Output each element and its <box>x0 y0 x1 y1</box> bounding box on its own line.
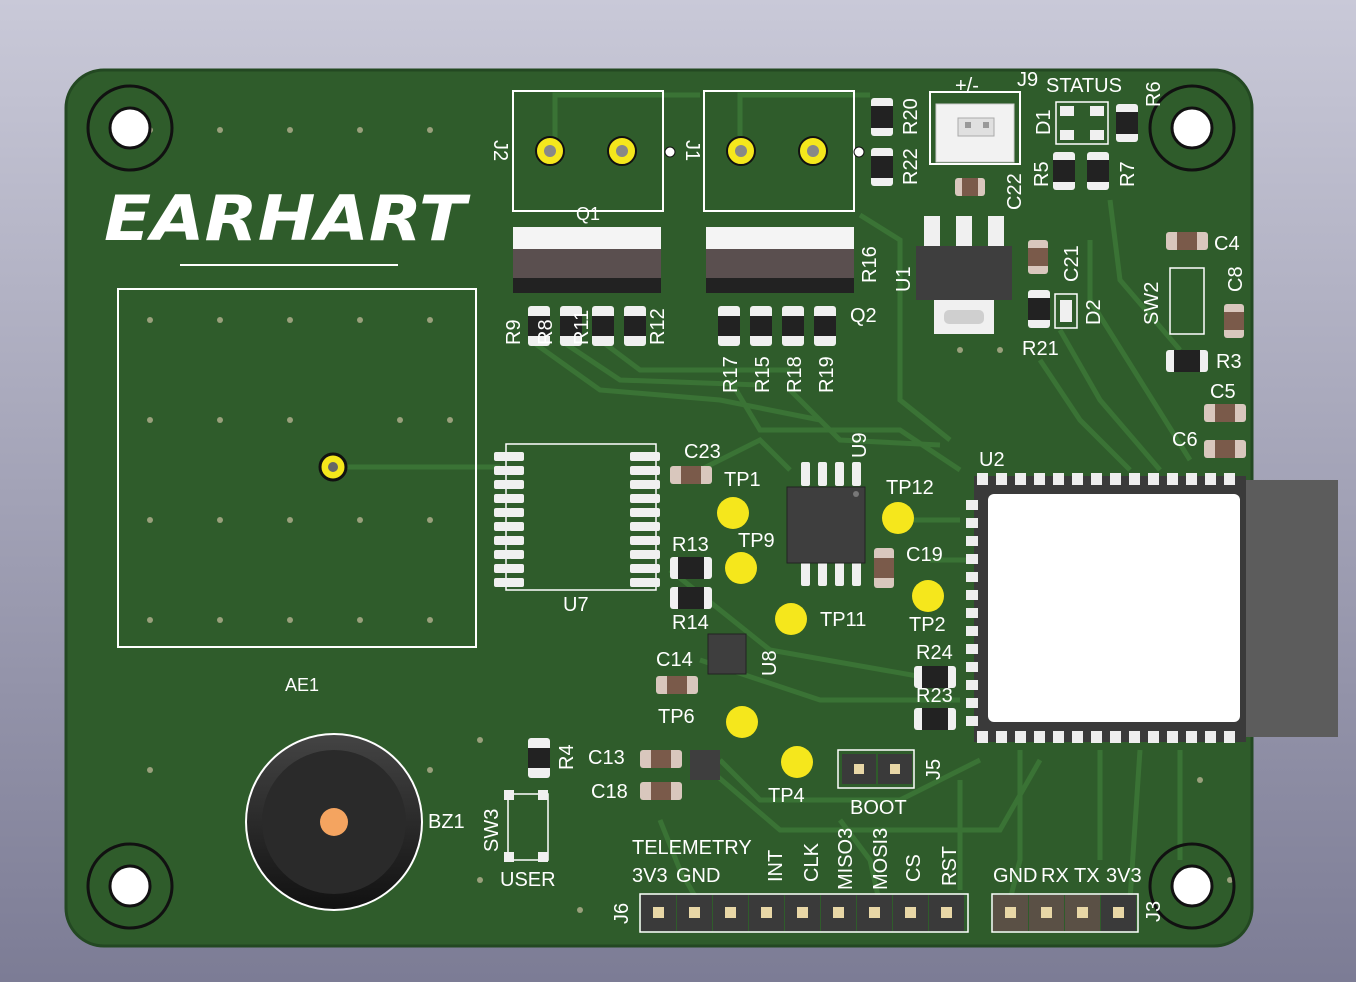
chip-u8 <box>707 633 747 675</box>
ref-tp2: TP2 <box>909 614 946 636</box>
ref-j3: J3 <box>1143 901 1165 922</box>
ref-r11: R11 <box>571 310 593 345</box>
ref-d1: D1 <box>1033 109 1055 135</box>
testpoint-tp2[interactable] <box>912 580 944 612</box>
ref-q1: Q1 <box>576 204 600 224</box>
ref-sw2: SW2 <box>1141 282 1163 325</box>
ref-r18: R18 <box>784 356 806 393</box>
pin-label-rst: RST <box>939 846 961 886</box>
ref-c8: C8 <box>1225 266 1247 292</box>
pin-label-mosi3: MOSI3 <box>870 828 892 890</box>
module-u2-shield <box>988 494 1240 722</box>
ref-d2: D2 <box>1083 299 1105 325</box>
ref-c4: C4 <box>1214 233 1240 255</box>
ref-c5: C5 <box>1210 381 1236 403</box>
ref-tp11: TP11 <box>820 609 866 631</box>
ref-r19: R19 <box>816 356 838 393</box>
ref-j2: J2 <box>489 140 511 161</box>
ref-q2: Q2 <box>850 305 877 327</box>
header-j6[interactable] <box>641 895 964 931</box>
ref-r16: R16 <box>859 246 881 283</box>
testpoint-tp12[interactable] <box>882 502 914 534</box>
label-telemetry: TELEMETRY <box>632 837 752 859</box>
ref-r9: R9 <box>503 319 525 345</box>
ref-tp12: TP12 <box>886 477 934 499</box>
buzzer-center-pad <box>320 808 348 836</box>
ref-bz1: BZ1 <box>428 811 465 833</box>
ref-r6: R6 <box>1143 81 1165 107</box>
ref-r3: R3 <box>1216 351 1242 373</box>
antenna-feed-hole <box>328 462 338 472</box>
pin-label-gnd: GND <box>676 865 720 887</box>
ref-c21: C21 <box>1061 245 1083 282</box>
pin-label-int: INT <box>765 850 787 882</box>
ref-r8: R8 <box>535 319 557 345</box>
pin-label-3v3: 3V3 <box>632 865 668 887</box>
ref-u1: U1 <box>893 266 915 292</box>
ref-ae1: AE1 <box>285 675 319 695</box>
led-d2 <box>1060 300 1072 322</box>
ref-u8: U8 <box>759 650 781 676</box>
ref-r15: R15 <box>752 356 774 393</box>
ref-j5: J5 <box>923 759 945 780</box>
ref-u7: U7 <box>563 594 589 616</box>
ref-c23: C23 <box>684 441 721 463</box>
ref-j9: J9 <box>1017 69 1038 91</box>
ref-c19: C19 <box>906 544 943 566</box>
ref-tp9: TP9 <box>738 530 775 552</box>
testpoint-tp11[interactable] <box>775 603 807 635</box>
uart-pin-label-gnd: GND <box>993 865 1037 887</box>
testpoint-tp1[interactable] <box>717 497 749 529</box>
label-boot: BOOT <box>850 797 907 819</box>
ref-r17: R17 <box>720 356 742 393</box>
ref-r20: R20 <box>900 98 922 135</box>
ref-r5: R5 <box>1031 161 1053 187</box>
ref-u2: U2 <box>979 449 1005 471</box>
ref-r23: R23 <box>916 685 953 707</box>
ref-r7: R7 <box>1117 161 1139 187</box>
ref-tp6: TP6 <box>658 706 695 728</box>
module-u2-antenna <box>1244 480 1338 737</box>
pin-label-miso3: MISO3 <box>835 828 857 890</box>
pcb-render: EARHART AE1 J2 J1 Q1 Q2 R16 R9 R8 R11 R1… <box>64 68 1338 948</box>
pin-label-cs: CS <box>903 854 925 882</box>
ref-c14: C14 <box>656 649 693 671</box>
testpoint-tp6[interactable] <box>726 706 758 738</box>
ref-r24: R24 <box>916 642 953 664</box>
testpoint-tp9[interactable] <box>725 552 757 584</box>
ref-j1: J1 <box>681 140 703 161</box>
ref-tp4: TP4 <box>768 785 805 807</box>
earhart-logo: EARHART <box>104 182 471 255</box>
testpoint-tp4[interactable] <box>781 746 813 778</box>
ref-sw3: SW3 <box>481 809 503 852</box>
ref-c18: C18 <box>591 781 628 803</box>
ref-u9: U9 <box>849 432 871 458</box>
ref-c6: C6 <box>1172 429 1198 451</box>
ref-r22: R22 <box>900 148 922 185</box>
ref-c13: C13 <box>588 747 625 769</box>
ref-tp1: TP1 <box>724 469 761 491</box>
label-user: USER <box>500 869 556 891</box>
ref-r12: R12 <box>647 308 669 345</box>
ref-r21: R21 <box>1022 338 1059 360</box>
ref-r4: R4 <box>556 744 578 770</box>
ref-j6: J6 <box>611 903 633 924</box>
pin-label-clk: CLK <box>801 842 823 882</box>
uart-pin-label-tx: TX <box>1074 865 1100 887</box>
uart-pin-label-rx: RX <box>1041 865 1069 887</box>
uart-pin-label-3v3: 3V3 <box>1106 865 1142 887</box>
ref-r14: R14 <box>672 612 709 634</box>
ref-c22: C22 <box>1004 173 1026 210</box>
label-power: +/- <box>955 75 979 97</box>
chip-u6 <box>690 750 720 780</box>
label-status: STATUS <box>1046 75 1122 97</box>
ref-r13: R13 <box>672 534 709 556</box>
